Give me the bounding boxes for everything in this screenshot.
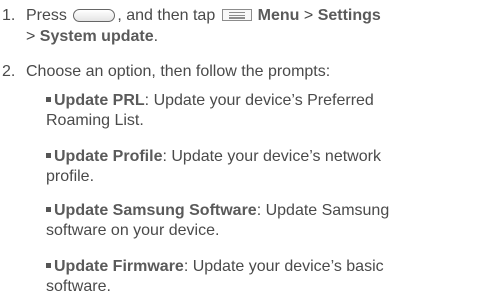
option-description: : Update your device’s Preferred	[144, 92, 374, 109]
step-number: 2.	[2, 63, 16, 80]
option-title: Update Profile	[54, 148, 163, 165]
option-title: Update PRL	[54, 92, 145, 109]
settings-label: Settings	[317, 7, 381, 24]
option-description-continued: software on your device.	[46, 222, 220, 239]
step-number: 1.	[2, 7, 16, 24]
step-1-then-text: , and then tap	[117, 7, 216, 24]
arrow-separator: >	[26, 28, 36, 45]
instruction-page: 1. Press , and then tap Menu > Settings …	[0, 0, 481, 304]
option-update-profile: Update Profile: Update your device’s net…	[46, 147, 466, 187]
home-key-icon	[73, 9, 116, 22]
menu-label: Menu	[257, 7, 300, 24]
bullet-icon	[46, 97, 51, 102]
option-description: : Update your device’s basic	[183, 258, 384, 275]
bullet-icon	[46, 153, 51, 158]
option-title: Update Samsung Software	[54, 202, 257, 219]
option-update-prl: Update PRL: Update your device’s Preferr…	[46, 91, 466, 131]
system-update-label: System update	[39, 28, 154, 45]
bullet-icon	[46, 207, 51, 212]
option-description-continued: Roaming List.	[46, 112, 144, 129]
option-description: : Update Samsung	[256, 202, 390, 219]
arrow-separator: >	[303, 7, 314, 24]
step-1-press-text: Press	[26, 7, 67, 24]
option-description-continued: software.	[46, 278, 111, 295]
option-title: Update Firmware	[54, 258, 184, 275]
menu-key-icon	[221, 9, 252, 21]
step-1-period: .	[153, 28, 159, 45]
option-description: : Update your device’s network	[162, 148, 381, 165]
step-2-text: Choose an option, then follow the prompt…	[26, 63, 331, 80]
bullet-icon	[46, 263, 51, 268]
option-update-samsung-software: Update Samsung Software: Update Samsung …	[46, 201, 466, 241]
option-update-firmware: Update Firmware: Update your device’s ba…	[46, 257, 466, 297]
step-1-text: Press , and then tap Menu > Settings > S…	[26, 5, 381, 47]
option-description-continued: profile.	[46, 168, 95, 185]
